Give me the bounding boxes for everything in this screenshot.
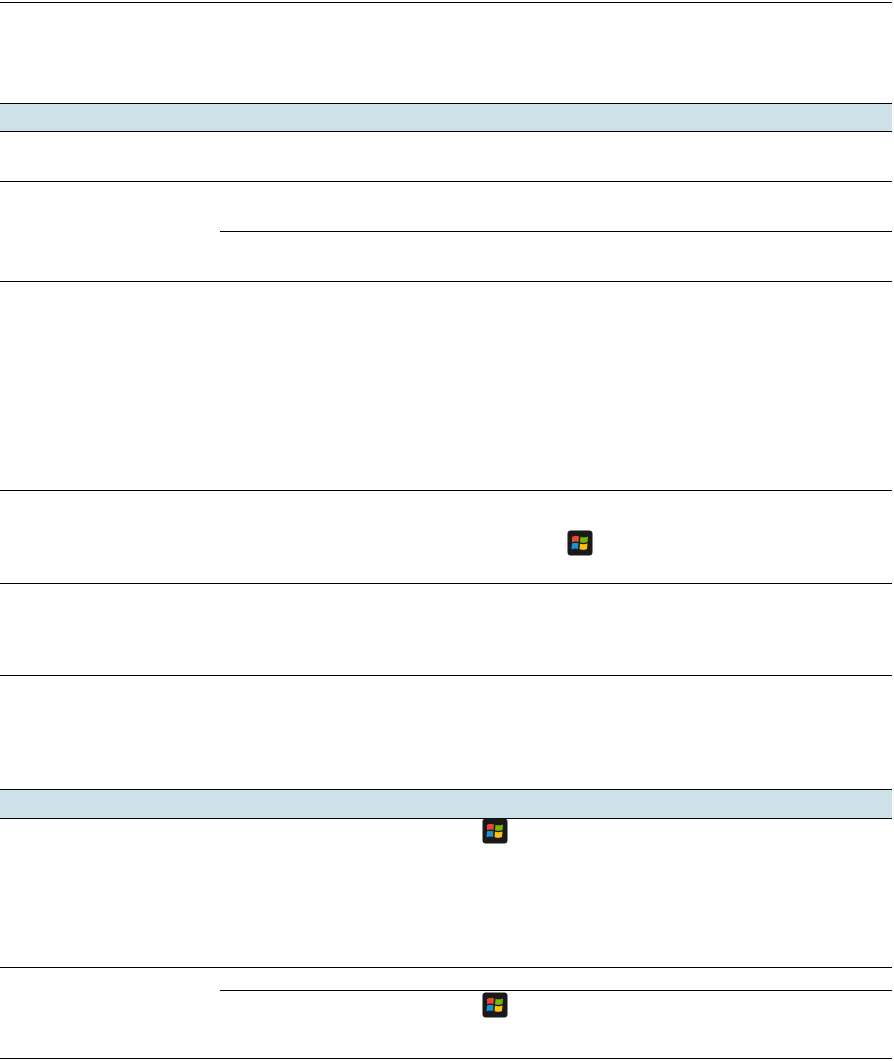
table-1-header (0, 103, 892, 132)
windows-start-icon (482, 818, 508, 844)
table-1-bottom-rule (0, 675, 892, 676)
table-2-bottom-rule (0, 1058, 892, 1059)
windows-start-icon (567, 530, 593, 556)
windows-start-icon (482, 992, 508, 1018)
row-divider (0, 490, 892, 491)
row-divider (0, 281, 892, 282)
row-divider (0, 181, 892, 182)
sub-row-divider (220, 990, 892, 991)
row-divider (0, 583, 892, 584)
row-divider (0, 967, 892, 968)
sub-row-divider (220, 231, 892, 232)
table-2-header (0, 789, 892, 819)
top-rule (0, 2, 892, 3)
